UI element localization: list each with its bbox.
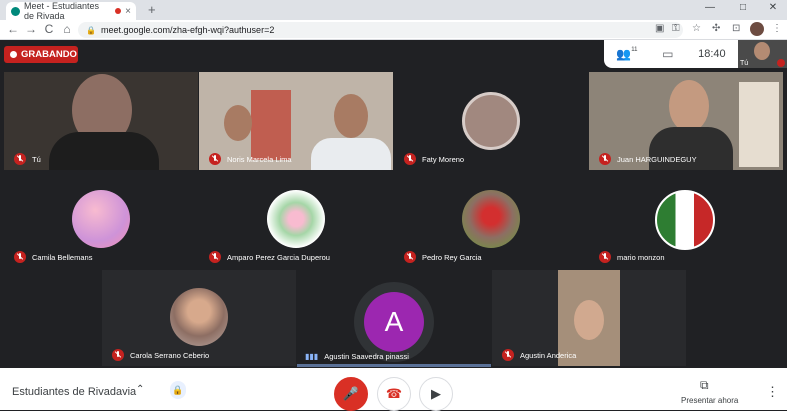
meet-favicon-icon	[11, 6, 20, 16]
participant-label: Faty Moreno	[404, 153, 464, 165]
home-button[interactable]: ⌂	[60, 22, 74, 36]
participant-tile[interactable]: Noris Marcela Lima	[199, 72, 393, 170]
video-window	[739, 82, 779, 167]
participant-tile[interactable]: Tú	[4, 72, 198, 170]
participant-label: Amparo Perez Garcia Duperou	[209, 251, 330, 263]
participant-label: Juan HARGUINDEGUY	[599, 153, 697, 165]
participant-tile[interactable]: Pedro Rey Garcia	[394, 172, 588, 268]
mic-off-icon	[209, 153, 221, 165]
people-icon: 👥	[616, 47, 632, 61]
participant-label: Agustin Anderica	[502, 349, 576, 361]
present-now-button[interactable]: Presentar ahora	[681, 396, 738, 405]
hang-up-button[interactable]: ☎	[377, 377, 411, 411]
participant-tile[interactable]: mario monzon	[589, 172, 783, 268]
participant-label: Tú	[14, 153, 41, 165]
mic-off-icon	[777, 59, 785, 67]
participant-tile[interactable]: Carola Serrano Ceberio	[102, 270, 296, 366]
participant-avatar	[462, 190, 520, 248]
close-window-button[interactable]: ✕	[763, 2, 783, 13]
mic-off-icon	[502, 349, 514, 361]
meeting-name[interactable]: Estudiantes de Rivadavia	[12, 386, 136, 398]
video-person	[224, 105, 252, 141]
back-button[interactable]: ←	[6, 22, 20, 36]
recording-badge: GRABANDO	[4, 46, 78, 63]
mic-off-icon	[14, 153, 26, 165]
microphone-toggle-button[interactable]: 🎤	[334, 377, 368, 411]
video-curtain	[251, 90, 291, 160]
mic-off-icon	[209, 251, 221, 263]
more-options-icon[interactable]: ⋮	[766, 384, 779, 400]
participant-tile[interactable]: Faty Moreno	[394, 72, 588, 170]
audio-level-icon: ▮▮▮	[305, 352, 319, 361]
recording-icon	[10, 51, 17, 58]
participant-tile[interactable]: Camila Bellemans	[4, 172, 198, 268]
mic-off-icon	[599, 153, 611, 165]
chat-icon[interactable]: ▭	[662, 47, 673, 61]
participant-avatar	[170, 288, 228, 346]
participant-label: Pedro Rey Garcia	[404, 251, 482, 263]
forward-button[interactable]: →	[24, 22, 38, 36]
minimize-button[interactable]: —	[700, 2, 720, 13]
mic-off-icon	[599, 251, 611, 263]
participant-tile-speaking[interactable]: A ▮▮▮ Agustin Saavedra pinassi	[297, 270, 491, 366]
participant-avatar	[72, 190, 130, 248]
participant-label: Camila Bellemans	[14, 251, 92, 263]
mic-off-icon: 🎤	[342, 386, 360, 401]
participant-label: Carola Serrano Ceberio	[112, 349, 209, 361]
mic-off-icon	[112, 349, 124, 361]
participant-tile[interactable]: Amparo Perez Garcia Duperou	[199, 172, 393, 268]
clock-time: 18:40	[698, 48, 726, 60]
camera-indicator-icon[interactable]: ▣	[655, 23, 664, 34]
participant-label: mario monzon	[599, 251, 665, 263]
video-person	[669, 80, 709, 132]
participants-count: 11	[631, 47, 638, 53]
reload-button[interactable]: C	[42, 22, 56, 36]
maximize-button[interactable]: □	[733, 2, 753, 13]
camera-icon: ▶	[431, 386, 441, 401]
profile-avatar[interactable]	[750, 22, 764, 36]
address-bar[interactable]: 🔒 meet.google.com/zha-efgh-wqi?authuser=…	[78, 22, 683, 38]
participant-label: Noris Marcela Lima	[209, 153, 292, 165]
cast-icon[interactable]: ⊡	[732, 23, 740, 34]
new-tab-button[interactable]: +	[148, 2, 156, 17]
security-shield-icon[interactable]: 🔒	[170, 381, 186, 399]
tab-title: Meet - Estudiantes de Rivada	[24, 1, 100, 21]
active-speaker-bar	[297, 364, 491, 367]
key-icon[interactable]: ⚿	[672, 23, 680, 34]
chevron-up-icon[interactable]: ⌃	[136, 384, 144, 395]
self-label: Tú	[740, 60, 749, 67]
mic-off-icon	[404, 251, 416, 263]
camera-toggle-button[interactable]: ▶	[419, 377, 453, 411]
browser-tab[interactable]: Meet - Estudiantes de Rivada ×	[6, 1, 136, 21]
menu-icon[interactable]: ⋮	[772, 23, 782, 34]
self-view[interactable]: Tú	[738, 40, 787, 68]
video-clothing	[49, 132, 159, 170]
self-video	[754, 42, 770, 60]
lock-icon: 🔒	[86, 25, 96, 35]
participant-avatar	[655, 190, 715, 250]
extension-icon[interactable]: ✣	[712, 23, 720, 34]
participant-avatar	[267, 190, 325, 248]
recording-dot-icon	[115, 8, 122, 14]
participant-initial-avatar: A	[364, 292, 424, 352]
participant-tile[interactable]: Agustin Anderica	[492, 270, 686, 366]
mic-off-icon	[14, 251, 26, 263]
meeting-info-panel: 👥11 ▭ 18:40	[604, 40, 738, 68]
video-person	[334, 94, 368, 138]
participant-avatar	[462, 92, 520, 150]
participants-button[interactable]: 👥11	[616, 47, 637, 61]
present-screen-icon[interactable]: ⧉	[700, 378, 709, 393]
participant-tile[interactable]: Juan HARGUINDEGUY	[589, 72, 783, 170]
phone-hangup-icon: ☎	[385, 386, 403, 401]
url-text: meet.google.com/zha-efgh-wqi?authuser=2	[100, 25, 275, 35]
participant-label: ▮▮▮ Agustin Saavedra pinassi	[305, 352, 409, 361]
star-icon[interactable]: ☆	[692, 23, 701, 34]
video-person	[574, 300, 604, 340]
mic-off-icon	[404, 153, 416, 165]
video-clothing	[311, 138, 391, 170]
tab-close-icon[interactable]: ×	[125, 6, 131, 17]
